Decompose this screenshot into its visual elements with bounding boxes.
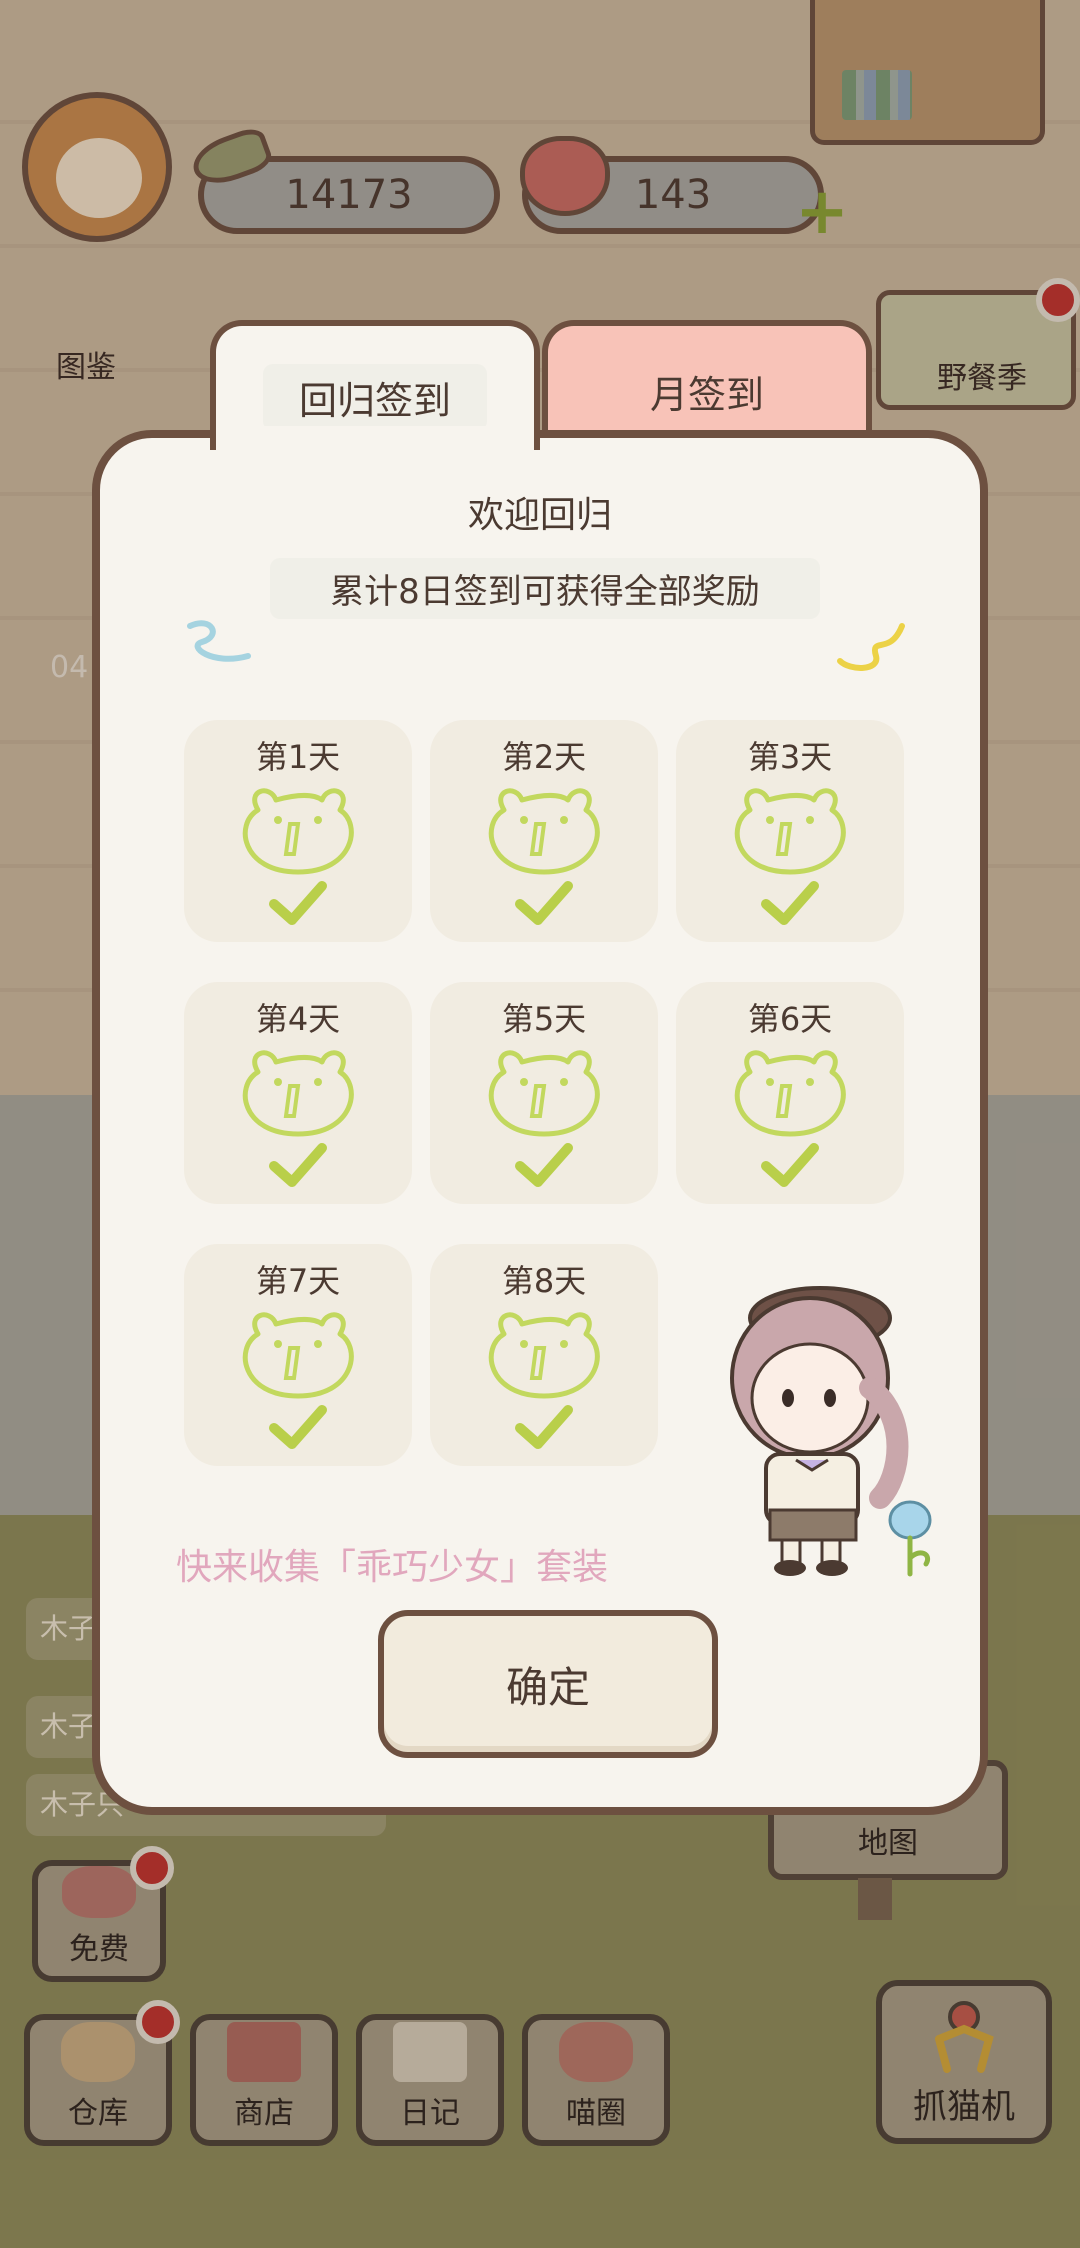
day-label: 第4天 [255, 1000, 341, 1038]
day-card[interactable]: 第2天 [430, 720, 658, 942]
day-card[interactable]: 第4天 [184, 982, 412, 1204]
day-card[interactable]: 第3天 [676, 720, 904, 942]
flower-icon [888, 1500, 932, 1577]
day-card[interactable]: 第8天 [430, 1244, 658, 1466]
checkmark-icon [268, 1142, 328, 1188]
frog-reward-icon [228, 1042, 368, 1142]
frog-reward-icon [474, 780, 614, 880]
tab-label: 回归签到 [262, 364, 487, 431]
checkmark-icon [268, 1404, 328, 1450]
checkmark-icon [268, 880, 328, 926]
frog-reward-icon [474, 1042, 614, 1142]
tab-joint [216, 426, 534, 446]
frog-reward-icon [228, 780, 368, 880]
day-label: 第8天 [501, 1262, 587, 1300]
checkmark-icon [514, 880, 574, 926]
day-label: 第6天 [747, 1000, 833, 1038]
day-card[interactable]: 第7天 [184, 1244, 412, 1466]
day-label: 第3天 [747, 738, 833, 776]
day-label: 第2天 [501, 738, 587, 776]
frog-reward-icon [474, 1304, 614, 1404]
dialog-subtitle: 累计8日签到可获得全部奖励 [270, 558, 820, 619]
frog-reward-icon [720, 1042, 860, 1142]
promo-text: 快来收集「乖巧少女」套装 [176, 1547, 609, 1588]
day-card[interactable]: 第6天 [676, 982, 904, 1204]
day-label: 第5天 [501, 1000, 587, 1038]
day-label: 第1天 [255, 738, 341, 776]
frog-reward-icon [228, 1304, 368, 1404]
day-card[interactable]: 第5天 [430, 982, 658, 1204]
checkmark-icon [514, 1142, 574, 1188]
checkmark-icon [760, 1142, 820, 1188]
checkmark-icon [760, 880, 820, 926]
checkmark-icon [514, 1404, 574, 1450]
day-label: 第7天 [255, 1262, 341, 1300]
tab-label: 月签到 [649, 373, 764, 417]
confirm-button[interactable]: 确定 [378, 1610, 718, 1758]
frog-reward-icon [720, 780, 860, 880]
dialog-title: 欢迎回归 [467, 495, 612, 536]
day-card[interactable]: 第1天 [184, 720, 412, 942]
confetti-left-icon [187, 620, 251, 662]
confetti-right-icon [837, 623, 905, 671]
checkin-dialog: 欢迎回归 累计8日签到可获得全部奖励 第1天 第2天 第3天第4天 第5天 第6天第7天… [92, 430, 988, 1815]
